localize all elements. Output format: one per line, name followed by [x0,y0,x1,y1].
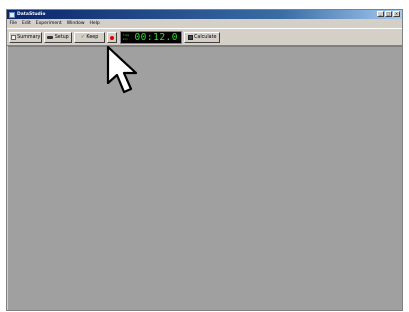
timer-label-bottom: min [123,38,128,41]
toolbar: Summary Setup ✓ Keep Time min 00:12.0 Ca… [7,28,402,46]
app-window: DataStudio _ □ × File Edit Experiment Wi… [6,9,403,311]
window-controls: _ □ × [377,11,400,17]
timer-label-top: Time [123,34,130,37]
window-title: DataStudio [17,12,46,17]
title-bar[interactable]: DataStudio _ □ × [7,10,402,19]
menu-bar: File Edit Experiment Window Help [7,19,402,28]
close-button[interactable]: × [393,11,400,17]
setup-button[interactable]: Setup [44,32,72,43]
minimize-button[interactable]: _ [377,11,384,17]
menu-edit[interactable]: Edit [20,21,34,26]
record-button[interactable] [107,32,117,43]
summary-button-label: Summary [17,35,41,40]
app-icon [9,11,15,18]
keep-button[interactable]: ✓ Keep [74,32,105,43]
menu-window[interactable]: Window [64,21,87,26]
workspace-area[interactable] [8,46,402,310]
setup-button-label: Setup [54,35,69,40]
calculate-button-label: Calculate [194,35,217,40]
timer-display: Time min 00:12.0 [120,31,182,44]
summary-button[interactable]: Summary [9,32,42,43]
setup-icon [47,36,54,39]
record-icon [110,35,114,40]
menu-help[interactable]: Help [87,21,102,26]
mouse-cursor-icon [106,45,138,94]
timer-value: 00:12.0 [134,32,178,43]
menu-experiment[interactable]: Experiment [33,21,64,26]
menu-file[interactable]: File [7,21,20,26]
keep-button-label: Keep [86,35,99,40]
maximize-button[interactable]: □ [385,11,392,17]
checkmark-icon: ✓ [80,34,85,40]
calculate-button[interactable]: Calculate [184,32,220,43]
summary-icon [10,35,16,40]
calculator-icon [187,35,193,40]
